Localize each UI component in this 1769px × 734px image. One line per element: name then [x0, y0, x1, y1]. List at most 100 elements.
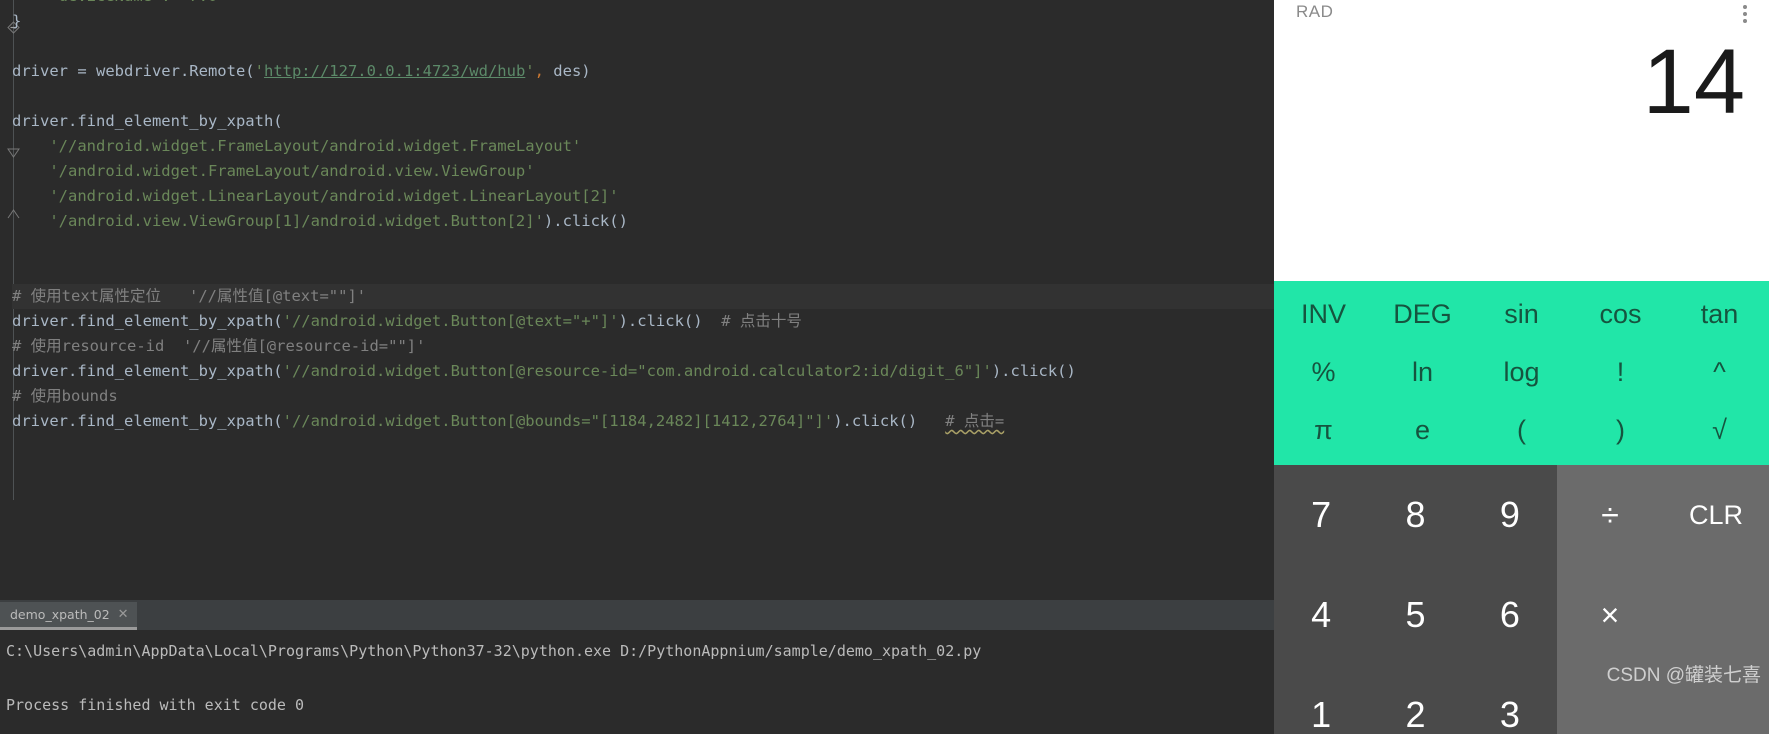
function-key-[interactable]: √ [1670, 401, 1769, 459]
close-icon[interactable]: ✕ [118, 608, 129, 621]
code-token: ' [525, 62, 535, 80]
console-line: Process finished with exit code 0 [6, 696, 305, 714]
function-row: % ln log! ^ [1274, 343, 1769, 401]
code-token: driver.find_element_by_xpath( [12, 362, 283, 380]
code-token: # 点击= [945, 412, 1005, 430]
code-token: driver = webdriver.Remote( [12, 62, 255, 80]
code-line: '/android.widget.LinearLayout/android.wi… [12, 184, 1274, 209]
calculator-keypad: 789456 123 ÷ CLR × CSDN @罐装七喜 [1274, 465, 1769, 734]
code-token: des) [543, 62, 591, 80]
calculator-display: RAD 14 [1274, 0, 1769, 281]
digit-key-4[interactable]: 4 [1274, 565, 1368, 665]
function-key-deg[interactable]: DEG [1373, 285, 1472, 343]
result-value: 14 [1642, 31, 1745, 133]
code-token: # 使用text属性定位 '//属性值[@text=""]' [12, 287, 367, 305]
function-key-[interactable]: ) [1571, 401, 1670, 459]
more-vertical-icon[interactable] [1741, 3, 1749, 25]
digit-key-1[interactable]: 1 [1274, 665, 1368, 734]
digit-keypad: 789456 123 [1274, 465, 1557, 734]
function-key-e[interactable]: e [1373, 401, 1472, 459]
code-token: '/android.widget.LinearLayout/android.wi… [12, 187, 619, 205]
code-token: '//android.widget.FrameLayout/android.wi… [12, 137, 582, 155]
function-row: π e() √ [1274, 401, 1769, 459]
function-row: INV DEG sin cos tan [1274, 285, 1769, 343]
screen-root: 'deviceName': '7.0'} driver = webdriver.… [0, 0, 1769, 734]
operator-key-clear[interactable]: CLR [1663, 465, 1769, 565]
digit-key-3[interactable]: 3 [1463, 665, 1557, 734]
digit-key-7[interactable]: 7 [1274, 465, 1368, 565]
code-token: , [534, 62, 544, 80]
dot-3 [1743, 19, 1747, 23]
ide-window: 'deviceName': '7.0'} driver = webdriver.… [0, 0, 1274, 734]
code-line: driver.find_element_by_xpath( [12, 109, 1274, 134]
function-key-ln[interactable]: ln [1373, 343, 1472, 401]
function-key-sin[interactable]: sin [1472, 285, 1571, 343]
code-token: # 使用bounds [12, 387, 118, 405]
console-tab-demo-xpath-02[interactable]: demo_xpath_02 ✕ [0, 602, 137, 630]
run-console-panel: demo_xpath_02 ✕ C:\Users\admin\AppData\L… [0, 601, 1274, 734]
code-token: '//android.widget.Button[@resource-id="c… [282, 362, 992, 380]
code-token: # 点击十号 [702, 312, 802, 330]
code-token: ).click() [833, 412, 918, 430]
digit-key-9[interactable]: 9 [1463, 465, 1557, 565]
function-key-[interactable]: π [1274, 401, 1373, 459]
code-text[interactable]: 'deviceName': '7.0'} driver = webdriver.… [0, 0, 1274, 600]
digit-key-5[interactable]: 5 [1368, 565, 1462, 665]
operator-key-blank [1663, 565, 1769, 665]
code-line: driver.find_element_by_xpath('//android.… [12, 309, 1274, 334]
code-token: http://127.0.0.1:4723/wd/hub [263, 62, 526, 80]
code-token: '//android.widget.Button[@bounds="[1184,… [282, 412, 834, 430]
code-token: 'deviceName': '7.0' [12, 0, 226, 5]
digit-key-6[interactable]: 6 [1463, 565, 1557, 665]
code-line: driver.find_element_by_xpath('//android.… [12, 409, 1274, 434]
code-token: ).click() [991, 362, 1076, 380]
function-key-cos[interactable]: cos [1571, 285, 1670, 343]
function-key-[interactable]: ! [1571, 343, 1670, 401]
code-line: # 使用resource-id '//属性值[@resource-id=""]' [12, 334, 1274, 359]
code-editor[interactable]: 'deviceName': '7.0'} driver = webdriver.… [0, 0, 1274, 600]
angle-mode-label[interactable]: RAD [1296, 2, 1333, 22]
function-keypad: INV DEG sin cos tan% ln log! ^ π e() √ [1274, 281, 1769, 465]
operator-keypad: ÷ CLR × CSDN @罐装七喜 [1557, 465, 1769, 734]
function-key-log[interactable]: log [1472, 343, 1571, 401]
function-key-[interactable]: ( [1472, 401, 1571, 459]
console-tab-label: demo_xpath_02 [10, 607, 110, 622]
code-token: '//android.widget.Button[@text="+"]' [282, 312, 619, 330]
code-token: ).click() [543, 212, 628, 230]
code-token: driver.find_element_by_xpath( [12, 312, 283, 330]
function-key-[interactable]: ^ [1670, 343, 1769, 401]
code-token: ).click() [618, 312, 703, 330]
code-token: # 使用resource-id '//属性值[@resource-id=""]' [12, 337, 426, 355]
digit-key-2[interactable]: 2 [1368, 665, 1462, 734]
function-key-[interactable]: % [1274, 343, 1373, 401]
console-tabbar: demo_xpath_02 ✕ [0, 601, 1274, 630]
code-line: '/android.view.ViewGroup[1]/android.widg… [12, 209, 1274, 234]
digit-key-8[interactable]: 8 [1368, 465, 1462, 565]
code-line: # 使用text属性定位 '//属性值[@text=""]' [12, 284, 1274, 309]
code-line: # 使用bounds [12, 384, 1274, 409]
console-line: C:\Users\admin\AppData\Local\Programs\Py… [6, 642, 982, 660]
code-line: 'deviceName': '7.0' [12, 0, 1274, 9]
operator-key-multiply[interactable]: × [1557, 565, 1663, 665]
code-token: driver.find_element_by_xpath( [12, 412, 283, 430]
code-line: '//android.widget.FrameLayout/android.wi… [12, 134, 1274, 159]
function-key-tan[interactable]: tan [1670, 285, 1769, 343]
function-key-inv[interactable]: INV [1274, 285, 1373, 343]
code-token: '/android.widget.FrameLayout/android.vie… [12, 162, 535, 180]
code-line: } [12, 9, 1274, 34]
dot-2 [1743, 12, 1747, 16]
code-line: driver = webdriver.Remote('http://127.0.… [12, 59, 1274, 84]
code-token: ' [254, 62, 264, 80]
console-output[interactable]: C:\Users\admin\AppData\Local\Programs\Py… [0, 630, 1274, 734]
code-line: '/android.widget.FrameLayout/android.vie… [12, 159, 1274, 184]
code-token: driver.find_element_by_xpath( [12, 112, 283, 130]
code-token: '/android.view.ViewGroup[1]/android.widg… [12, 212, 544, 230]
dot-1 [1743, 5, 1747, 9]
operator-key-divide[interactable]: ÷ [1557, 465, 1663, 565]
